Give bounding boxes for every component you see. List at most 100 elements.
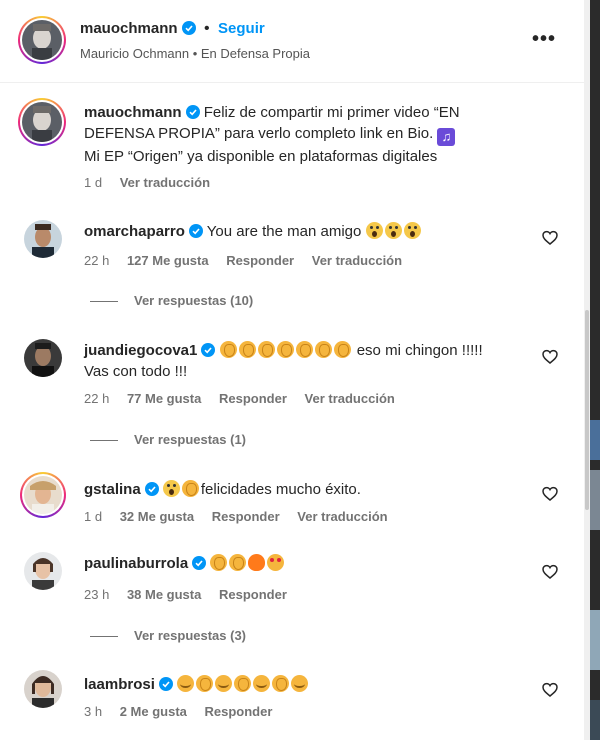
verified-badge-icon [192, 556, 207, 570]
reply-button[interactable]: Responder [212, 509, 280, 524]
translate-button[interactable]: Ver traducción [305, 391, 395, 406]
caption-text-line2: DEFENSA PROPIA” para verlo completo link… [84, 125, 434, 142]
more-options-icon[interactable]: ••• [532, 28, 556, 51]
post-caption: mauochmann Feliz de compartir mi primer … [0, 96, 584, 196]
clap-emoji-icon [257, 341, 275, 358]
clap-emoji-icon [210, 554, 228, 571]
comment-time[interactable]: 3 h [84, 704, 102, 719]
clap-emoji-icon [238, 341, 256, 358]
verified-badge-icon [188, 224, 203, 238]
avatar[interactable] [24, 476, 62, 514]
star-struck-emoji-icon [267, 554, 285, 571]
like-heart-icon[interactable] [542, 564, 558, 580]
caption-text-line1: Feliz de compartir mi primer video “EN [203, 104, 460, 121]
view-replies-button[interactable]: Ver respuestas (3) [90, 628, 246, 643]
reply-button[interactable]: Responder [226, 253, 294, 268]
translate-button[interactable]: Ver traducción [120, 175, 210, 190]
reply-button[interactable]: Responder [205, 704, 273, 719]
comment-username[interactable]: juandiegocova1 [84, 342, 197, 359]
scream-emoji-icon [365, 222, 383, 239]
avatar[interactable] [24, 339, 62, 377]
comment-username[interactable]: laambrosi [84, 676, 155, 693]
avatar[interactable] [24, 552, 62, 590]
comment-text: felicidades mucho éxito. [200, 481, 361, 498]
scream-emoji-icon [403, 222, 421, 239]
scream-emoji-icon [162, 480, 180, 497]
hugging-emoji-icon [253, 675, 271, 692]
story-ring[interactable] [20, 472, 66, 518]
comment-time[interactable]: 22 h [84, 391, 109, 406]
clap-emoji-icon [295, 341, 313, 358]
scrollbar[interactable] [584, 0, 590, 740]
hugging-emoji-icon [215, 675, 233, 692]
comment-username[interactable]: paulinaburrola [84, 555, 188, 572]
comment-time[interactable]: 23 h [84, 587, 109, 602]
comment-time[interactable]: 1 d [84, 509, 102, 524]
translate-button[interactable]: Ver traducción [297, 509, 387, 524]
verified-badge-icon [158, 677, 173, 691]
caption-story-ring[interactable] [18, 98, 66, 146]
comment-text-line2: Vas con todo !!! [84, 363, 188, 380]
clap-emoji-icon [219, 341, 237, 358]
view-replies-label[interactable]: Ver respuestas (3) [134, 628, 246, 643]
likes-count[interactable]: 127 Me gusta [127, 253, 209, 268]
translate-button[interactable]: Ver traducción [312, 253, 402, 268]
like-heart-icon[interactable] [542, 230, 558, 246]
likes-count[interactable]: 32 Me gusta [120, 509, 194, 524]
follow-button[interactable]: Seguir [218, 20, 265, 37]
replies-divider-line [90, 636, 118, 638]
view-replies-button[interactable]: Ver respuestas (10) [90, 293, 253, 308]
comment-omarchaparro: omarchaparro You are the man amigo 22 h … [0, 216, 584, 306]
view-replies-label[interactable]: Ver respuestas (1) [134, 432, 246, 447]
caption-time[interactable]: 1 d [84, 175, 102, 190]
comment-username[interactable]: gstalina [84, 481, 141, 498]
clap-emoji-icon [276, 341, 294, 358]
replies-divider-line [90, 301, 118, 303]
reply-button[interactable]: Responder [219, 391, 287, 406]
comment-laambrosi: laambrosi 3 h 2 Me gusta Responder [0, 666, 584, 736]
clap-emoji-icon [333, 341, 351, 358]
background-window-edge [590, 0, 600, 740]
avatar[interactable] [24, 670, 62, 708]
likes-count[interactable]: 2 Me gusta [120, 704, 187, 719]
like-heart-icon[interactable] [542, 682, 558, 698]
reply-button[interactable]: Responder [219, 587, 287, 602]
comment-username[interactable]: omarchaparro [84, 223, 185, 240]
story-ring[interactable] [18, 16, 66, 64]
avatar[interactable] [24, 220, 62, 258]
avatar[interactable] [22, 20, 62, 60]
post-header: mauochmann • Seguir Mauricio Ochmann • E… [0, 0, 584, 83]
verified-badge-icon [201, 343, 216, 357]
avatar[interactable] [22, 102, 62, 142]
clap-emoji-icon [181, 480, 199, 497]
clap-emoji-icon [234, 675, 252, 692]
likes-count[interactable]: 77 Me gusta [127, 391, 201, 406]
comment-text: You are the man amigo [206, 223, 362, 240]
clap-emoji-icon [272, 675, 290, 692]
hugging-emoji-icon [291, 675, 309, 692]
comment-juandiegocova1: juandiegocova1 eso mi chingon !!!!! Vas … [0, 335, 584, 425]
caption-username[interactable]: mauochmann [84, 104, 182, 121]
comment-gstalina: gstalina felicidades mucho éxito. 1 d 32… [0, 470, 584, 540]
verified-badge-icon [144, 482, 159, 496]
verified-badge-icon [181, 21, 196, 35]
header-username[interactable]: mauochmann [80, 20, 178, 37]
view-replies-label[interactable]: Ver respuestas (10) [134, 293, 253, 308]
header-separator: • [203, 20, 210, 37]
like-heart-icon[interactable] [542, 349, 558, 365]
likes-count[interactable]: 38 Me gusta [127, 587, 201, 602]
fire-emoji-icon [248, 554, 266, 571]
hugging-emoji-icon [177, 675, 195, 692]
view-replies-button[interactable]: Ver respuestas (1) [90, 432, 246, 447]
scrollbar-thumb[interactable] [585, 310, 589, 510]
like-heart-icon[interactable] [542, 486, 558, 502]
comment-time[interactable]: 22 h [84, 253, 109, 268]
clap-emoji-icon [314, 341, 332, 358]
clap-emoji-icon [196, 675, 214, 692]
header-subtitle[interactable]: Mauricio Ochmann • En Defensa Propia [80, 46, 310, 61]
comment-paulinaburrola: paulinaburrola 23 h 38 Me gusta Responde… [0, 548, 584, 618]
replies-divider-line [90, 440, 118, 442]
caption-text-line3: Mi EP “Origen” ya disponible en platafor… [84, 148, 438, 165]
scream-emoji-icon [384, 222, 402, 239]
clap-emoji-icon [229, 554, 247, 571]
